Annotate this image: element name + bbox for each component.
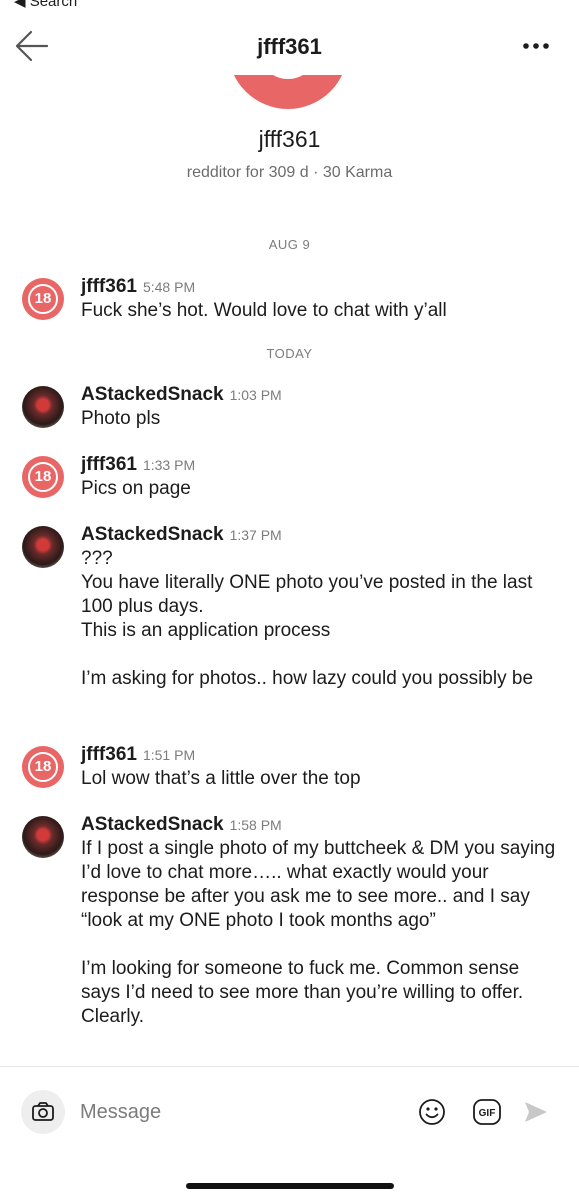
header-title: jfff361 (257, 34, 322, 59)
message-author[interactable]: AStackedSnack (81, 384, 224, 405)
date-separator: AUG 9 (268, 237, 311, 252)
send-button[interactable] (523, 1100, 549, 1124)
message-item: 18 jfff361 1:33 PM Pics on page (22, 454, 562, 501)
send-icon (525, 1102, 547, 1122)
profile-meta: redditor for 309 d · 30 Karma (186, 164, 393, 181)
emoji-button[interactable] (418, 1098, 446, 1126)
date-separator: TODAY (266, 346, 313, 361)
message-text: Photo pls (81, 408, 161, 429)
message-text: ??? You have literally ONE photo you’ve … (81, 548, 534, 689)
message-author[interactable]: jfff361 (81, 276, 137, 297)
profile-name[interactable]: jfff361 (0, 126, 579, 153)
avatar-badge-label: 18 (34, 468, 52, 485)
message-time: 1:51 PM (142, 747, 196, 763)
message-author[interactable]: AStackedSnack (81, 814, 224, 835)
emoji-icon (419, 1099, 445, 1125)
camera-icon (32, 1102, 54, 1121)
message-item: 18 jfff361 5:48 PM Fuck she’s hot. Would … (22, 276, 562, 323)
camera-button[interactable] (21, 1090, 65, 1134)
chat-header: jfff361 (0, 24, 579, 70)
avatar-badge-label: 18 (34, 290, 52, 307)
compose-bar: GIF (0, 1086, 579, 1136)
user-avatar[interactable] (22, 386, 64, 428)
avatar-badge-label: 18 (34, 758, 52, 775)
message-item: AStackedSnack 1:58 PM If I post a single … (22, 814, 562, 1029)
gif-button[interactable]: GIF (473, 1099, 501, 1125)
message-time: 1:37 PM (229, 527, 282, 543)
message-text: Lol wow that’s a little over the top (81, 768, 361, 789)
user-avatar[interactable]: 18 (22, 456, 64, 498)
profile-avatar[interactable] (228, 75, 348, 109)
status-back-link[interactable]: ◀ Search (14, 0, 77, 10)
compose-divider (0, 1066, 579, 1067)
user-avatar[interactable]: 18 (22, 278, 64, 320)
user-avatar[interactable] (22, 526, 64, 568)
more-options-button[interactable] (521, 34, 551, 58)
message-text: If I post a single photo of my buttcheek… (81, 838, 556, 1027)
user-avatar[interactable]: 18 (22, 746, 64, 788)
message-item: 18 jfff361 1:51 PM Lol wow that’s a littl… (22, 744, 562, 791)
message-author[interactable]: AStackedSnack (81, 524, 224, 545)
home-indicator[interactable] (186, 1183, 394, 1189)
message-text: Pics on page (81, 478, 191, 499)
message-author[interactable]: jfff361 (81, 744, 137, 765)
message-text: Fuck she’s hot. Would love to chat with … (81, 300, 447, 321)
message-item: AStackedSnack 1:03 PM Photo pls (22, 384, 562, 431)
message-author[interactable]: jfff361 (81, 454, 137, 475)
message-time: 1:33 PM (142, 457, 196, 473)
user-avatar[interactable] (22, 816, 64, 858)
message-item: AStackedSnack 1:37 PM ??? You have litera… (22, 524, 562, 691)
message-input[interactable] (80, 1094, 380, 1130)
gif-icon: GIF (473, 1099, 501, 1125)
message-time: 5:48 PM (142, 279, 196, 295)
message-time: 1:58 PM (229, 817, 282, 833)
message-time: 1:03 PM (229, 387, 282, 403)
gif-label: GIF (479, 1108, 496, 1119)
more-dots-icon (523, 43, 549, 49)
